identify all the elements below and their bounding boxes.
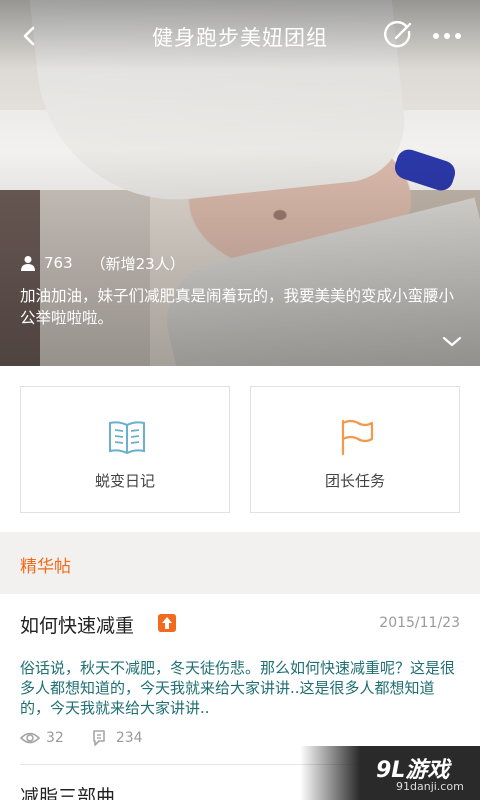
post-stats: 32 234 (20, 728, 143, 748)
member-count: 763 (44, 254, 73, 272)
more-dots-icon (433, 33, 461, 39)
expand-description-button[interactable] (440, 332, 464, 350)
open-book-icon (109, 421, 145, 455)
hot-up-arrow-icon (158, 614, 176, 632)
page-title: 健身跑步美妞团组 (152, 26, 328, 50)
member-stats: 763 （新增23人） (20, 252, 185, 274)
post-excerpt[interactable]: 俗话说，秋天不减肥，冬天徒伤悲。那么如何快速减重呢？这是很多人都想知道的，今天我… (20, 658, 460, 718)
card-label: 团长任务 (324, 472, 385, 490)
watermark-domain: 91danji.com (396, 780, 464, 793)
comment-icon (93, 730, 105, 746)
edit-circle-icon (384, 21, 412, 48)
post-title[interactable]: 如何快速减重 (20, 611, 134, 638)
eye-icon (20, 732, 40, 744)
chevron-left-icon (23, 26, 35, 46)
transformation-diary-card[interactable]: 蜕变日记 (20, 386, 230, 513)
person-icon (21, 256, 35, 271)
reply-count: 234 (115, 730, 143, 746)
flag-icon (341, 419, 374, 456)
post-date: 2015/11/23 (379, 615, 460, 631)
post-title[interactable]: 减脂三部曲 (20, 782, 115, 800)
edit-button[interactable] (382, 20, 414, 52)
card-label: 蜕变日记 (94, 472, 155, 490)
back-button[interactable] (14, 20, 46, 52)
view-count: 32 (46, 730, 64, 746)
group-description: 加油加油，妹子们减肥真是闹着玩的，我要美美的变成小蛮腰小公举啦啦啦。 (20, 287, 455, 327)
featured-posts-header: 精华帖 (0, 532, 480, 594)
new-member-count: （新增23人） (90, 254, 185, 273)
top-bar: 健身跑步美妞团组 (0, 0, 480, 72)
group-cover-image: 健身跑步美妞团组 763 （新增23人） 加油加油，妹子们减肥真是闹着玩的，我要… (0, 0, 480, 366)
site-watermark: 9L游戏 91danji.com (300, 746, 480, 800)
leader-tasks-card[interactable]: 团长任务 (250, 386, 460, 513)
feature-cards: 蜕变日记 团长任务 (0, 366, 480, 532)
chevron-down-icon (442, 336, 462, 347)
more-button[interactable] (430, 26, 464, 46)
section-title: 精华帖 (20, 557, 71, 577)
